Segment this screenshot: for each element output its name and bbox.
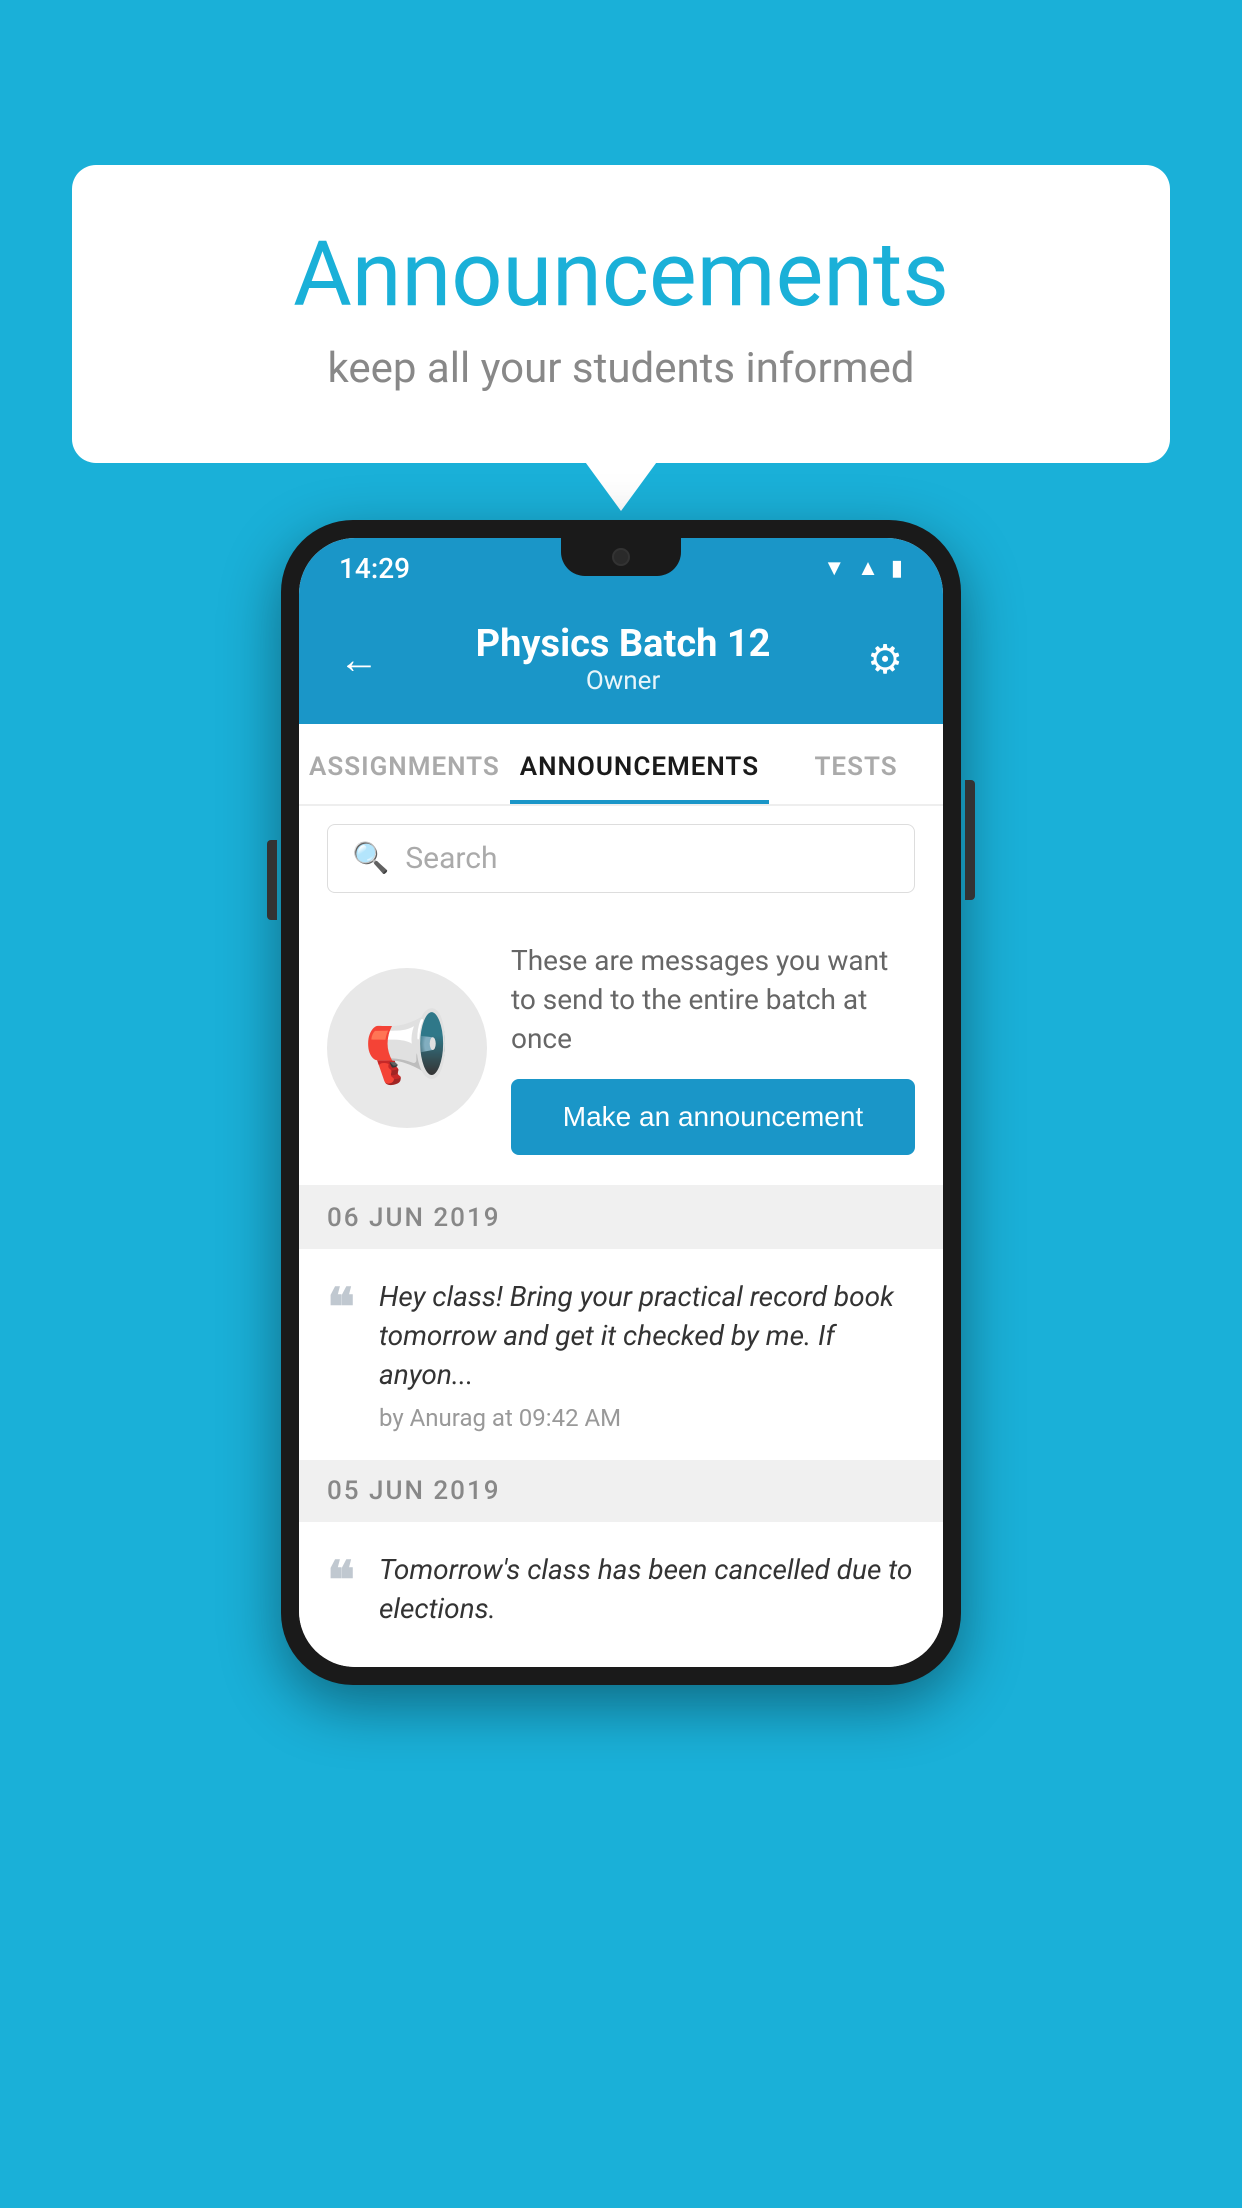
promo-icon-circle: 📢 [327,968,487,1128]
announcement-item-1: ❝ Hey class! Bring your practical record… [299,1249,943,1461]
promo-description: These are messages you want to send to t… [511,941,915,1059]
announcement-item-2: ❝ Tomorrow's class has been cancelled du… [299,1522,943,1666]
promo-section: 📢 These are messages you want to send to… [299,911,943,1187]
announcement-content-2: Tomorrow's class has been cancelled due … [379,1550,915,1638]
date-divider-1: 06 JUN 2019 [299,1187,943,1249]
back-button[interactable]: ← [339,636,379,683]
date-divider-2: 05 JUN 2019 [299,1460,943,1522]
wifi-icon: ▼ [823,555,845,581]
bubble-subtitle: keep all your students informed [152,344,1090,393]
owner-label: Owner [476,666,771,696]
header-center: Physics Batch 12 Owner [476,622,771,696]
bubble-title: Announcements [152,225,1090,324]
phone-screen: 14:29 ▼ ▲ ▮ ← Physics Batch 12 Owner ⚙ [299,538,943,1667]
status-icons: ▼ ▲ ▮ [823,555,903,581]
batch-title: Physics Batch 12 [476,622,771,666]
search-container: 🔍 Search [299,806,943,911]
phone-mockup: 14:29 ▼ ▲ ▮ ← Physics Batch 12 Owner ⚙ [281,520,961,1685]
signal-icon: ▲ [857,555,879,581]
announcement-content-1: Hey class! Bring your practical record b… [379,1277,915,1433]
speech-bubble-card: Announcements keep all your students inf… [72,165,1170,463]
announcement-text-1: Hey class! Bring your practical record b… [379,1277,915,1395]
phone-outer: 14:29 ▼ ▲ ▮ ← Physics Batch 12 Owner ⚙ [281,520,961,1685]
quote-icon-2: ❝ [327,1556,355,1608]
quote-icon-1: ❝ [327,1283,355,1335]
app-header: ← Physics Batch 12 Owner ⚙ [299,598,943,724]
speech-bubble-section: Announcements keep all your students inf… [72,165,1170,463]
camera-dot [612,548,630,566]
notch [561,538,681,576]
announcement-text-2: Tomorrow's class has been cancelled due … [379,1550,915,1628]
tab-announcements[interactable]: ANNOUNCEMENTS [510,724,769,804]
promo-right: These are messages you want to send to t… [511,941,915,1155]
make-announcement-button[interactable]: Make an announcement [511,1079,915,1155]
search-bar[interactable]: 🔍 Search [327,824,915,893]
status-time: 14:29 [339,552,410,585]
tab-bar: ASSIGNMENTS ANNOUNCEMENTS TESTS [299,724,943,806]
settings-button[interactable]: ⚙ [867,636,903,683]
status-bar: 14:29 ▼ ▲ ▮ [299,538,943,598]
tab-tests[interactable]: TESTS [769,724,943,804]
search-placeholder: Search [405,841,497,876]
battery-icon: ▮ [891,556,903,581]
megaphone-icon: 📢 [363,1007,450,1089]
tab-assignments[interactable]: ASSIGNMENTS [299,724,510,804]
search-icon: 🔍 [352,841,389,876]
announcement-author-1: by Anurag at 09:42 AM [379,1404,915,1432]
